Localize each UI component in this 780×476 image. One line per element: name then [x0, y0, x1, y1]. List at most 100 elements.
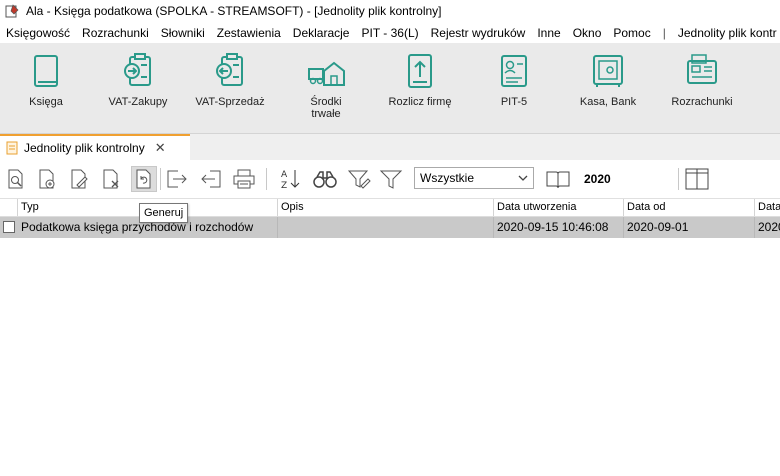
toolbar-separator-3: [678, 168, 679, 190]
ribbon-srodki-label-2: trwałe: [311, 108, 341, 120]
add-button[interactable]: [34, 166, 60, 192]
truck-house-icon: [308, 61, 345, 86]
doc-generate-icon: [136, 169, 151, 189]
filter-select-value: Wszystkie: [420, 171, 474, 185]
delete-button[interactable]: [98, 166, 124, 192]
ribbon-vat-zakupy-button[interactable]: VAT-Zakupy: [92, 51, 184, 108]
safe-icon: [593, 55, 623, 87]
filter-button[interactable]: [378, 166, 404, 192]
book-icon: [34, 55, 58, 87]
binoculars-icon: [313, 171, 337, 188]
tab-close-icon[interactable]: ✕: [155, 140, 166, 156]
menu-okno[interactable]: Okno: [567, 26, 608, 40]
filter-edit-button[interactable]: [346, 166, 372, 192]
toolbar-separator: [160, 168, 161, 190]
import-button[interactable]: [198, 166, 224, 192]
column-header-opis[interactable]: Opis: [277, 199, 493, 216]
menu-rozrachunki[interactable]: Rozrachunki: [76, 26, 155, 40]
upload-doc-icon: [408, 54, 432, 88]
grid-header: Typ Opis Data utworzenia Data od Data: [0, 199, 780, 217]
menu-jednolity-plik[interactable]: Jednolity plik kontr: [672, 26, 780, 40]
cell-data-utworzenia: 2020-09-15 10:46:08: [493, 217, 623, 238]
ribbon: Księga VAT-Zakupy VAT-Sprzedaż Środki tr…: [0, 43, 780, 134]
columns-icon: [685, 168, 709, 190]
column-header-data[interactable]: Data: [754, 199, 780, 216]
document-tab-bar: Jednolity plik kontrolny ✕: [0, 134, 780, 160]
id-card-icon: [501, 55, 527, 87]
ribbon-kasa-label: Kasa, Bank: [579, 96, 637, 108]
doc-search-icon: [8, 169, 23, 189]
search-button[interactable]: [312, 166, 338, 192]
svg-text:A: A: [281, 170, 288, 180]
doc-edit-icon: [71, 169, 88, 189]
clipboard-out-icon: [216, 53, 243, 86]
ribbon-rozrachunki-button[interactable]: Rozrachunki: [656, 51, 748, 108]
cell-opis: [277, 217, 493, 238]
row-checkbox[interactable]: [3, 221, 15, 233]
year-label: 2020: [584, 172, 611, 186]
tab-jednolity-plik[interactable]: Jednolity plik kontrolny ✕: [0, 134, 190, 160]
preview-button[interactable]: [3, 166, 29, 192]
doc-delete-icon: [103, 169, 119, 189]
open-book-icon: [546, 171, 570, 189]
ribbon-ksiega-button[interactable]: Księga: [0, 51, 92, 108]
generate-tooltip: Generuj: [139, 203, 189, 223]
menu-ksiegowosc[interactable]: Księgowość: [0, 26, 76, 40]
menu-rejestr-wydrukow[interactable]: Rejestr wydruków: [425, 26, 532, 40]
ribbon-pit5-label: PIT-5: [500, 96, 528, 108]
menu-deklaracje[interactable]: Deklaracje: [287, 26, 356, 40]
edit-button[interactable]: [66, 166, 92, 192]
ribbon-w-label: W: [740, 96, 780, 108]
filter-select[interactable]: Wszystkie: [414, 167, 534, 189]
document-tab-icon: [6, 141, 18, 155]
sort-button[interactable]: A Z: [278, 166, 304, 192]
ribbon-w-button[interactable]: W: [740, 51, 780, 108]
menu-pomoc[interactable]: Pomoc: [607, 26, 656, 40]
ribbon-ksiega-label: Księga: [29, 96, 63, 108]
ribbon-rozrachunki-label: Rozrachunki: [671, 96, 733, 108]
print-button[interactable]: [231, 166, 257, 192]
grid-toolbar: A Z: [0, 160, 780, 199]
chart-icon: [766, 51, 780, 91]
printer-icon: [233, 169, 255, 189]
chevron-down-icon: [518, 175, 528, 181]
ribbon-rozlicz-label: Rozlicz firmę: [388, 96, 452, 108]
menu-separator: |: [662, 25, 666, 40]
app-icon: [5, 4, 19, 18]
cash-register-icon: [687, 54, 717, 84]
generate-button[interactable]: [131, 166, 157, 192]
menu-zestawienia[interactable]: Zestawienia: [211, 26, 287, 40]
menu-inne[interactable]: Inne: [531, 26, 566, 40]
menu-bar: Księgowość Rozrachunki Słowniki Zestawie…: [0, 22, 780, 43]
export-button[interactable]: [164, 166, 190, 192]
ribbon-vat-sprzedaz-button[interactable]: VAT-Sprzedaż: [184, 51, 276, 108]
ribbon-rozlicz-firme-button[interactable]: Rozlicz firmę: [374, 51, 466, 108]
ribbon-srodki-label-1: Środki: [310, 96, 342, 108]
filter-icon: [379, 170, 403, 189]
ribbon-kasa-bank-button[interactable]: Kasa, Bank: [562, 51, 654, 108]
ribbon-vat-zakupy-label: VAT-Zakupy: [108, 96, 168, 108]
columns-button[interactable]: [684, 166, 710, 192]
title-bar: Ala - Księga podatkowa (SPOLKA - STREAMS…: [0, 0, 780, 22]
clipboard-in-icon: [124, 53, 151, 86]
book-view-button[interactable]: [543, 166, 573, 192]
doc-add-icon: [39, 169, 55, 189]
export-arrow-icon: [167, 170, 187, 188]
data-grid: Typ Opis Data utworzenia Data od Data Po…: [0, 199, 780, 238]
menu-pit-36[interactable]: PIT - 36(L): [355, 26, 424, 40]
menu-slowniki[interactable]: Słowniki: [155, 26, 211, 40]
sort-az-icon: A Z: [281, 170, 300, 191]
column-header-data-utworzenia[interactable]: Data utworzenia: [493, 199, 623, 216]
filter-edit-icon: [347, 170, 371, 189]
ribbon-vat-sprzedaz-label: VAT-Sprzedaż: [195, 96, 265, 108]
ribbon-srodki-trwale-button[interactable]: Środki trwałe: [280, 51, 372, 120]
cell-data-od: 2020-09-01: [623, 217, 754, 238]
column-header-data-od[interactable]: Data od: [623, 199, 754, 216]
toolbar-separator-2: [266, 168, 267, 190]
table-row[interactable]: Podatkowa księga przychodów i rozchodów …: [0, 217, 780, 238]
import-arrow-icon: [201, 170, 221, 188]
svg-text:Z: Z: [281, 181, 287, 191]
cell-data: 2020: [754, 217, 780, 238]
ribbon-pit-5-button[interactable]: PIT-5: [468, 51, 560, 108]
window-title: Ala - Księga podatkowa (SPOLKA - STREAMS…: [26, 4, 442, 18]
